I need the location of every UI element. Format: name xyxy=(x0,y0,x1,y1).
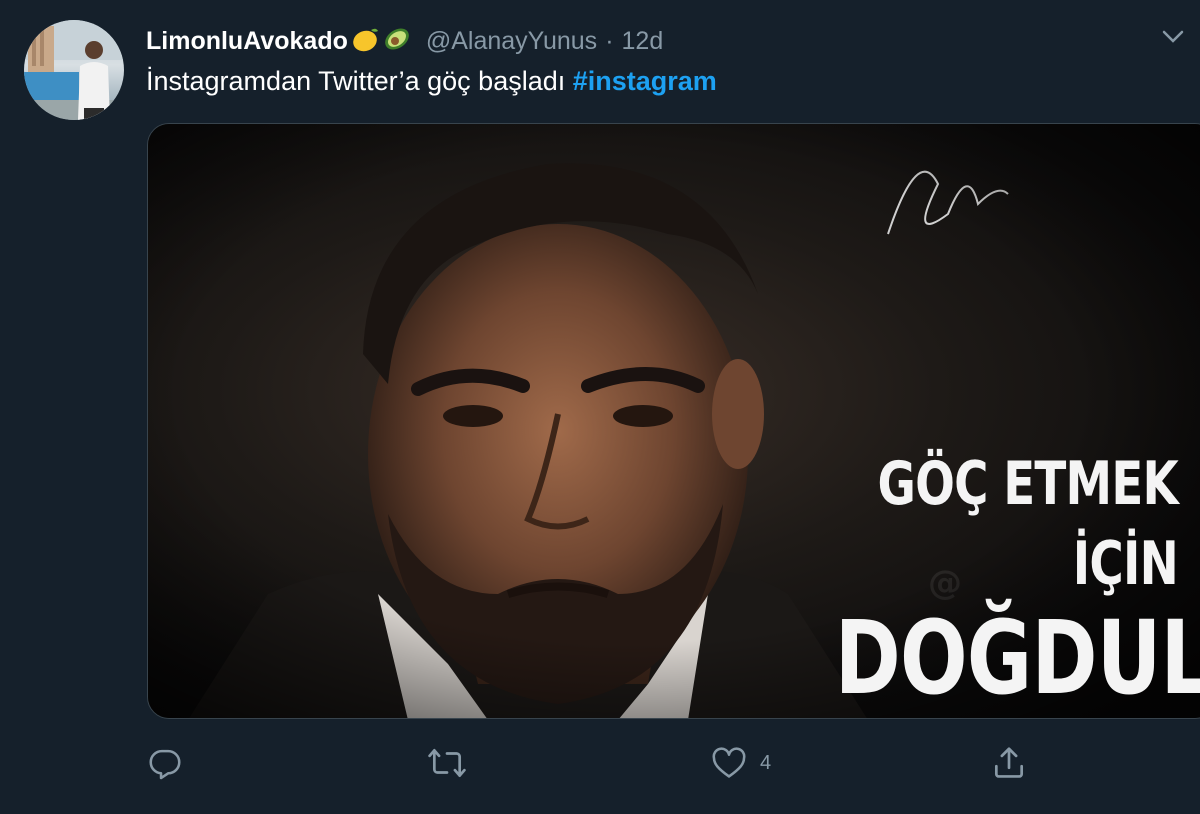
share-button[interactable] xyxy=(990,740,1028,786)
avatar[interactable] xyxy=(24,20,124,120)
more-options-button[interactable] xyxy=(1156,22,1190,52)
lemon-emoji xyxy=(350,24,380,59)
share-icon xyxy=(994,747,1024,778)
like-button[interactable]: 4 xyxy=(710,740,771,786)
tweet-media[interactable]: @ GÖÇ ETMEK İÇİN DOĞDULAR xyxy=(147,123,1200,719)
tweet-header: LimonluAvokado @AlanayYunus · 12d xyxy=(146,24,663,58)
media-caption-line2: DOĞDULAR xyxy=(834,599,1200,718)
media-caption-line1: GÖÇ ETMEK İÇİN xyxy=(877,449,1178,599)
retweet-button[interactable] xyxy=(426,740,468,786)
display-name[interactable]: LimonluAvokado xyxy=(146,27,348,56)
hashtag-link[interactable]: #instagram xyxy=(573,66,717,96)
tweet-actions: 4 xyxy=(0,740,1200,790)
user-handle[interactable]: @AlanayYunus xyxy=(426,27,597,56)
avatar-photo xyxy=(24,20,124,120)
tweet-text: İnstagramdan Twitter’a göç başladı #inst… xyxy=(146,66,717,97)
heart-icon xyxy=(712,747,746,778)
like-count: 4 xyxy=(760,751,772,774)
tweet[interactable]: LimonluAvokado @AlanayYunus · 12d İnstag… xyxy=(0,0,1200,814)
chevron-down-icon xyxy=(1162,30,1184,43)
reply-icon xyxy=(149,749,181,780)
avocado-emoji xyxy=(382,24,412,59)
retweet-icon xyxy=(428,748,466,778)
reply-button[interactable] xyxy=(146,740,184,786)
separator-dot: · xyxy=(605,26,614,55)
timestamp[interactable]: 12d xyxy=(622,27,664,56)
media-caption: GÖÇ ETMEK İÇİN DOĞDULAR xyxy=(834,444,1200,718)
tweet-body: İnstagramdan Twitter’a göç başladı xyxy=(146,66,573,96)
